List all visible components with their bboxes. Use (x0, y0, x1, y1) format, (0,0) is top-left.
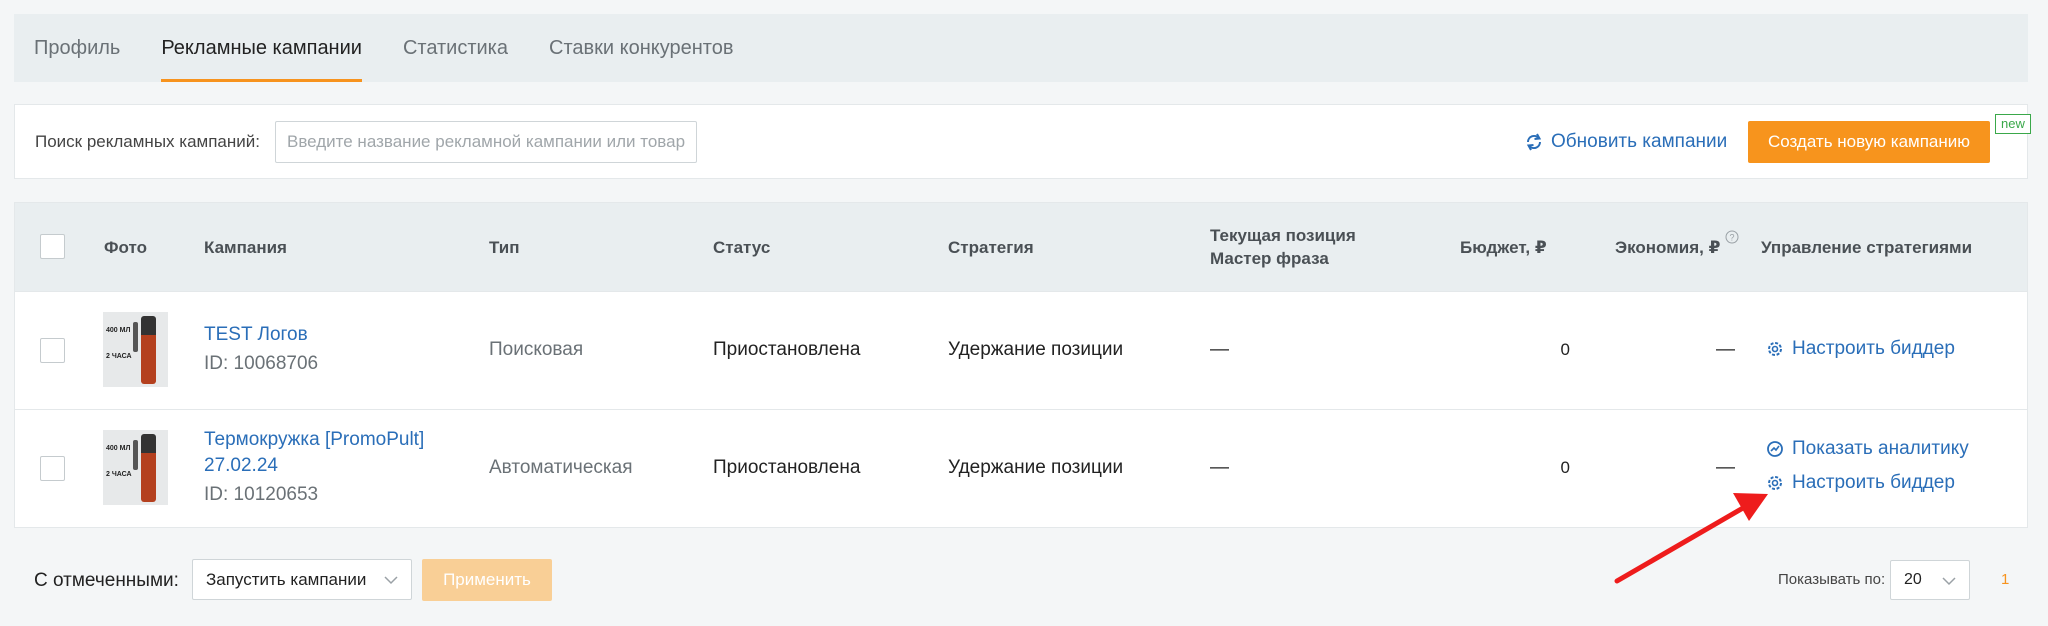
bulk-action-select[interactable]: Запустить кампании (192, 559, 412, 600)
campaign-type: Поисковая (489, 339, 584, 360)
create-campaign-button[interactable]: Создать новую кампанию (1748, 121, 1990, 163)
campaign-strategy: Удержание позиции (948, 457, 1124, 478)
campaign-status: Приостановлена (713, 339, 861, 360)
savings-value: — (1716, 457, 1735, 478)
header-position-line1: Текущая позиция (1210, 226, 1356, 245)
campaign-name-link[interactable]: TEST Логов (204, 322, 308, 348)
budget-value: 0 (1560, 458, 1570, 477)
campaign-id: ID: 10068706 (204, 353, 319, 374)
gear-icon (1768, 342, 1782, 356)
refresh-campaigns-label: Обновить кампании (1551, 130, 1728, 152)
tab-statistics[interactable]: Статистика (403, 14, 508, 82)
header-position: Текущая позиция Мастер фраза (1210, 224, 1356, 270)
header-campaign: Кампания (204, 238, 287, 257)
refresh-icon (1526, 133, 1542, 150)
per-page-value: 20 (1904, 571, 1922, 588)
table-row: 400 МЛ 2 ЧАСА Термокружка [PromoPult] 27… (15, 409, 2027, 527)
savings-value: — (1716, 339, 1735, 360)
help-icon[interactable]: ? (1725, 230, 1739, 244)
header-strategy: Стратегия (948, 238, 1034, 257)
tab-profile[interactable]: Профиль (34, 14, 120, 82)
per-page-label: Показывать по: (1778, 571, 1886, 588)
gear-icon (1768, 476, 1782, 490)
product-photo[interactable]: 400 МЛ 2 ЧАСА (103, 312, 168, 387)
show-analytics-label: Показать аналитику (1792, 438, 1969, 459)
current-position: — (1210, 457, 1229, 478)
search-label: Поиск рекламных кампаний: (35, 131, 260, 151)
table-header: Фото Кампания Тип Статус Стратегия Текущ… (15, 203, 2027, 291)
tab-campaigns[interactable]: Рекламные кампании (161, 14, 362, 82)
campaign-status: Приостановлена (713, 457, 861, 478)
current-position: — (1210, 339, 1229, 360)
pagination-current-page[interactable]: 1 (2001, 571, 2009, 588)
header-type: Тип (489, 238, 520, 257)
configure-bidder-label: Настроить биддер (1792, 472, 1955, 493)
select-all-checkbox[interactable] (40, 234, 65, 259)
row-checkbox[interactable] (40, 338, 65, 363)
configure-bidder-label: Настроить биддер (1792, 338, 1955, 359)
new-badge: new (1995, 114, 2031, 134)
row-checkbox[interactable] (40, 456, 65, 481)
campaign-name-link[interactable]: Термокружка [PromoPult] 27.02.24 (204, 427, 454, 479)
campaign-type: Автоматическая (489, 457, 633, 478)
configure-bidder-button[interactable]: Настроить биддер (1766, 472, 1955, 494)
header-manage: Управление стратегиями (1761, 238, 1973, 257)
search-input[interactable] (274, 120, 697, 163)
header-photo: Фото (104, 238, 147, 257)
campaigns-table: Фото Кампания Тип Статус Стратегия Текущ… (14, 202, 2028, 528)
header-status: Статус (713, 238, 771, 257)
show-analytics-button[interactable]: Показать аналитику (1766, 438, 1969, 460)
apply-button[interactable]: Применить (422, 559, 552, 601)
refresh-campaigns-button[interactable]: Обновить кампании (1525, 105, 1727, 178)
product-photo[interactable]: 400 МЛ 2 ЧАСА (103, 430, 168, 505)
header-savings: Экономия, ₽ (1615, 238, 1721, 257)
svg-text:?: ? (1729, 233, 1734, 243)
campaign-id: ID: 10120653 (204, 484, 319, 505)
chevron-down-icon (1942, 577, 1956, 586)
header-position-line2: Мастер фраза (1210, 249, 1329, 268)
selected-label: С отмеченными: (34, 570, 179, 591)
chevron-down-icon (384, 576, 398, 585)
budget-value: 0 (1560, 340, 1570, 359)
search-panel: Поиск рекламных кампаний: Обновить кампа… (14, 104, 2031, 179)
bulk-action-value: Запустить кампании (206, 569, 367, 589)
campaign-strategy: Удержание позиции (948, 339, 1124, 360)
per-page-select[interactable]: 20 (1890, 560, 1970, 600)
configure-bidder-button[interactable]: Настроить биддер (1766, 338, 1955, 360)
header-budget: Бюджет, ₽ (1460, 238, 1547, 257)
tab-competitor-bids[interactable]: Ставки конкурентов (549, 14, 733, 82)
tab-bar: Профиль Рекламные кампании Статистика Ст… (14, 14, 2028, 82)
table-row: 400 МЛ 2 ЧАСА TEST Логов ID: 10068706 По… (15, 291, 2027, 409)
analytics-icon (1767, 441, 1783, 457)
